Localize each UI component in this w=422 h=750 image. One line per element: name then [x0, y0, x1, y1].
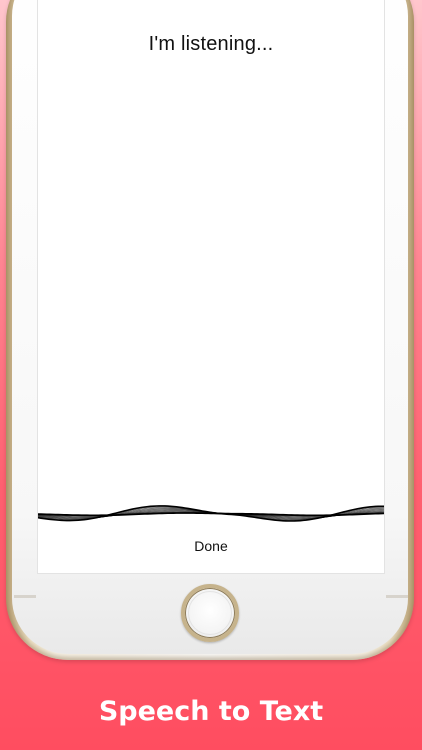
promo-caption: Speech to Text — [98, 696, 324, 727]
listening-status: I'm listening... — [148, 33, 274, 55]
app-screen: I'm listening... Done — [38, 0, 384, 573]
antenna-band-left — [14, 595, 36, 598]
done-button[interactable]: Done — [38, 538, 384, 554]
antenna-band-right — [386, 595, 408, 598]
home-button-icon[interactable] — [181, 584, 239, 642]
waveform-icon — [38, 505, 384, 522]
